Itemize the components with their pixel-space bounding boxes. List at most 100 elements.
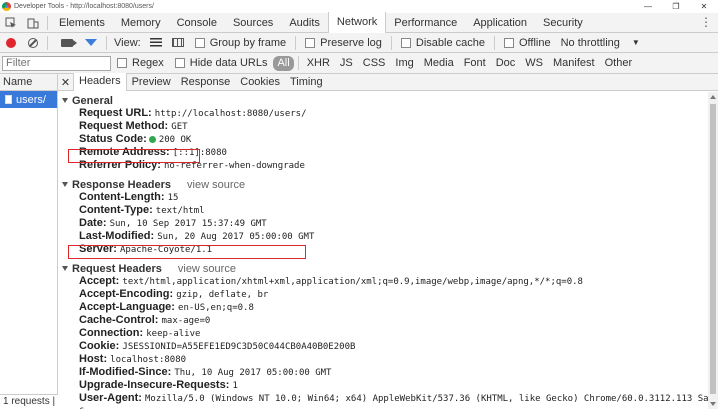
header-key: Upgrade-Insecure-Requests:	[79, 379, 230, 391]
checkbox-box[interactable]	[305, 37, 316, 48]
clear-icon[interactable]	[28, 37, 38, 48]
response-view-source-link[interactable]: view source	[187, 179, 245, 191]
device-toolbar-icon[interactable]	[22, 13, 44, 33]
capture-screenshots-icon[interactable]	[61, 38, 77, 47]
request-row[interactable]: users/	[0, 91, 57, 108]
offline-checkbox[interactable]: Offline	[503, 37, 551, 49]
inspect-element-icon[interactable]	[0, 13, 22, 33]
type-filter-media[interactable]: Media	[420, 56, 458, 71]
type-filter-manifest[interactable]: Manifest	[549, 56, 599, 71]
restore-button[interactable]: ❐	[662, 0, 690, 13]
filter-input[interactable]	[2, 55, 111, 71]
type-filter-other[interactable]: Other	[601, 56, 637, 71]
checkbox-box[interactable]	[503, 37, 514, 48]
record-icon[interactable]	[6, 37, 16, 48]
header-value: Thu, 10 Aug 2017 05:00:00 GMT	[174, 368, 332, 378]
expand-triangle-icon	[62, 98, 68, 103]
name-column-header[interactable]: Name	[0, 74, 57, 91]
header-key: Last-Modified:	[79, 230, 155, 242]
tab-audits[interactable]: Audits	[281, 13, 328, 33]
status-code-highlight	[68, 149, 200, 163]
window-controls: — ❐ ✕	[634, 0, 718, 13]
header-value: GET	[171, 122, 188, 132]
request-summary: 1 requests | 4	[0, 394, 58, 409]
tab-application[interactable]: Application	[465, 13, 535, 33]
type-filter-ws[interactable]: WS	[521, 56, 547, 71]
scroll-up-arrow-icon[interactable]	[708, 92, 718, 102]
checkbox-box[interactable]	[117, 58, 127, 68]
tab-preview[interactable]: Preview	[127, 74, 176, 91]
chrome-icon	[2, 2, 11, 11]
header-key: Connection:	[79, 327, 144, 339]
header-row: Request Method: GET	[58, 120, 708, 133]
type-filter-all[interactable]: All	[273, 55, 294, 71]
header-row: Accept-Language: en-US,en;q=0.8	[58, 301, 708, 314]
header-key: Accept:	[79, 275, 120, 287]
more-options-icon[interactable]: ⋮	[700, 15, 712, 29]
tab-response[interactable]: Response	[176, 74, 236, 91]
header-value: 15	[167, 193, 179, 203]
toolbar-divider	[47, 35, 48, 50]
regex-label: Regex	[132, 57, 164, 69]
tab-sources[interactable]: Sources	[225, 13, 281, 33]
header-row: Host: localhost:8080	[58, 353, 708, 366]
last-modified-highlight	[68, 245, 306, 259]
status-ok-icon	[148, 135, 156, 143]
response-headers-section-header[interactable]: Response Headers view source	[58, 178, 708, 191]
header-row: Content-Type: text/html	[58, 204, 708, 217]
header-value: Sun, 20 Aug 2017 05:00:00 GMT	[157, 232, 315, 242]
header-value: 1	[232, 381, 238, 391]
request-headers-section-header[interactable]: Request Headers view source	[58, 262, 708, 275]
tab-cookies[interactable]: Cookies	[235, 74, 285, 91]
vertical-scrollbar[interactable]	[708, 92, 718, 409]
tab-timing[interactable]: Timing	[285, 74, 328, 91]
general-section-header[interactable]: General	[58, 94, 708, 107]
document-icon	[5, 95, 12, 104]
checkbox-box[interactable]	[174, 58, 185, 68]
header-row: If-Modified-Since: Thu, 10 Aug 2017 05:0…	[58, 366, 708, 379]
header-key: Accept-Language:	[79, 301, 175, 313]
type-filter-css[interactable]: CSS	[359, 56, 390, 71]
large-rows-icon[interactable]	[149, 38, 162, 47]
tab-elements[interactable]: Elements	[51, 13, 113, 33]
header-row: User-Agent: Mozilla/5.0 (Windows NT 10.0…	[58, 392, 708, 405]
tab-memory[interactable]: Memory	[113, 13, 169, 33]
close-window-button[interactable]: ✕	[690, 0, 718, 13]
group-by-frame-checkbox[interactable]: Group by frame	[194, 37, 286, 49]
close-icon[interactable]: ✕	[58, 76, 73, 89]
disable-cache-label: Disable cache	[415, 36, 485, 49]
checkbox-box[interactable]	[400, 37, 411, 48]
disable-cache-checkbox[interactable]: Disable cache	[400, 36, 485, 49]
type-filter-img[interactable]: Img	[391, 56, 417, 71]
header-value: keep-alive	[146, 329, 201, 339]
checkbox-box[interactable]	[194, 37, 205, 48]
header-value: JSESSIONID=A55EFE1ED9C3D50C044CB0A40B0E2…	[122, 342, 356, 352]
scroll-down-arrow-icon[interactable]	[708, 399, 718, 409]
type-filter-doc[interactable]: Doc	[492, 56, 520, 71]
toolbar-divider	[390, 35, 392, 50]
request-details: ✕ Headers Preview Response Cookies Timin…	[58, 73, 718, 409]
type-filter-font[interactable]: Font	[460, 56, 490, 71]
minimize-button[interactable]: —	[634, 0, 662, 13]
header-row: Last-Modified: Sun, 20 Aug 2017 05:00:00…	[58, 230, 708, 243]
header-key: Accept-Encoding:	[79, 288, 174, 300]
overview-icon[interactable]	[171, 38, 184, 47]
tab-security[interactable]: Security	[535, 13, 591, 33]
tab-console[interactable]: Console	[169, 13, 225, 33]
throttling-select[interactable]: No throttling ▼	[557, 37, 640, 49]
tab-headers[interactable]: Headers	[73, 73, 127, 91]
preserve-log-checkbox[interactable]: Preserve log	[305, 37, 382, 49]
filter-icon[interactable]	[85, 39, 97, 46]
hide-data-urls-checkbox[interactable]: Hide data URLs	[174, 57, 267, 69]
header-value: max-age=0	[161, 316, 211, 326]
header-row: Status Code: 200 OK	[58, 133, 708, 146]
regex-checkbox[interactable]: Regex	[117, 57, 164, 69]
type-filter-js[interactable]: JS	[336, 56, 357, 71]
header-key: Request URL:	[79, 107, 152, 119]
scroll-thumb[interactable]	[710, 104, 716, 394]
request-view-source-link[interactable]: view source	[178, 263, 236, 275]
header-value: text/html	[155, 206, 205, 216]
tab-network[interactable]: Network	[327, 12, 387, 33]
type-filter-xhr[interactable]: XHR	[303, 56, 334, 71]
tab-performance[interactable]: Performance	[386, 13, 465, 33]
